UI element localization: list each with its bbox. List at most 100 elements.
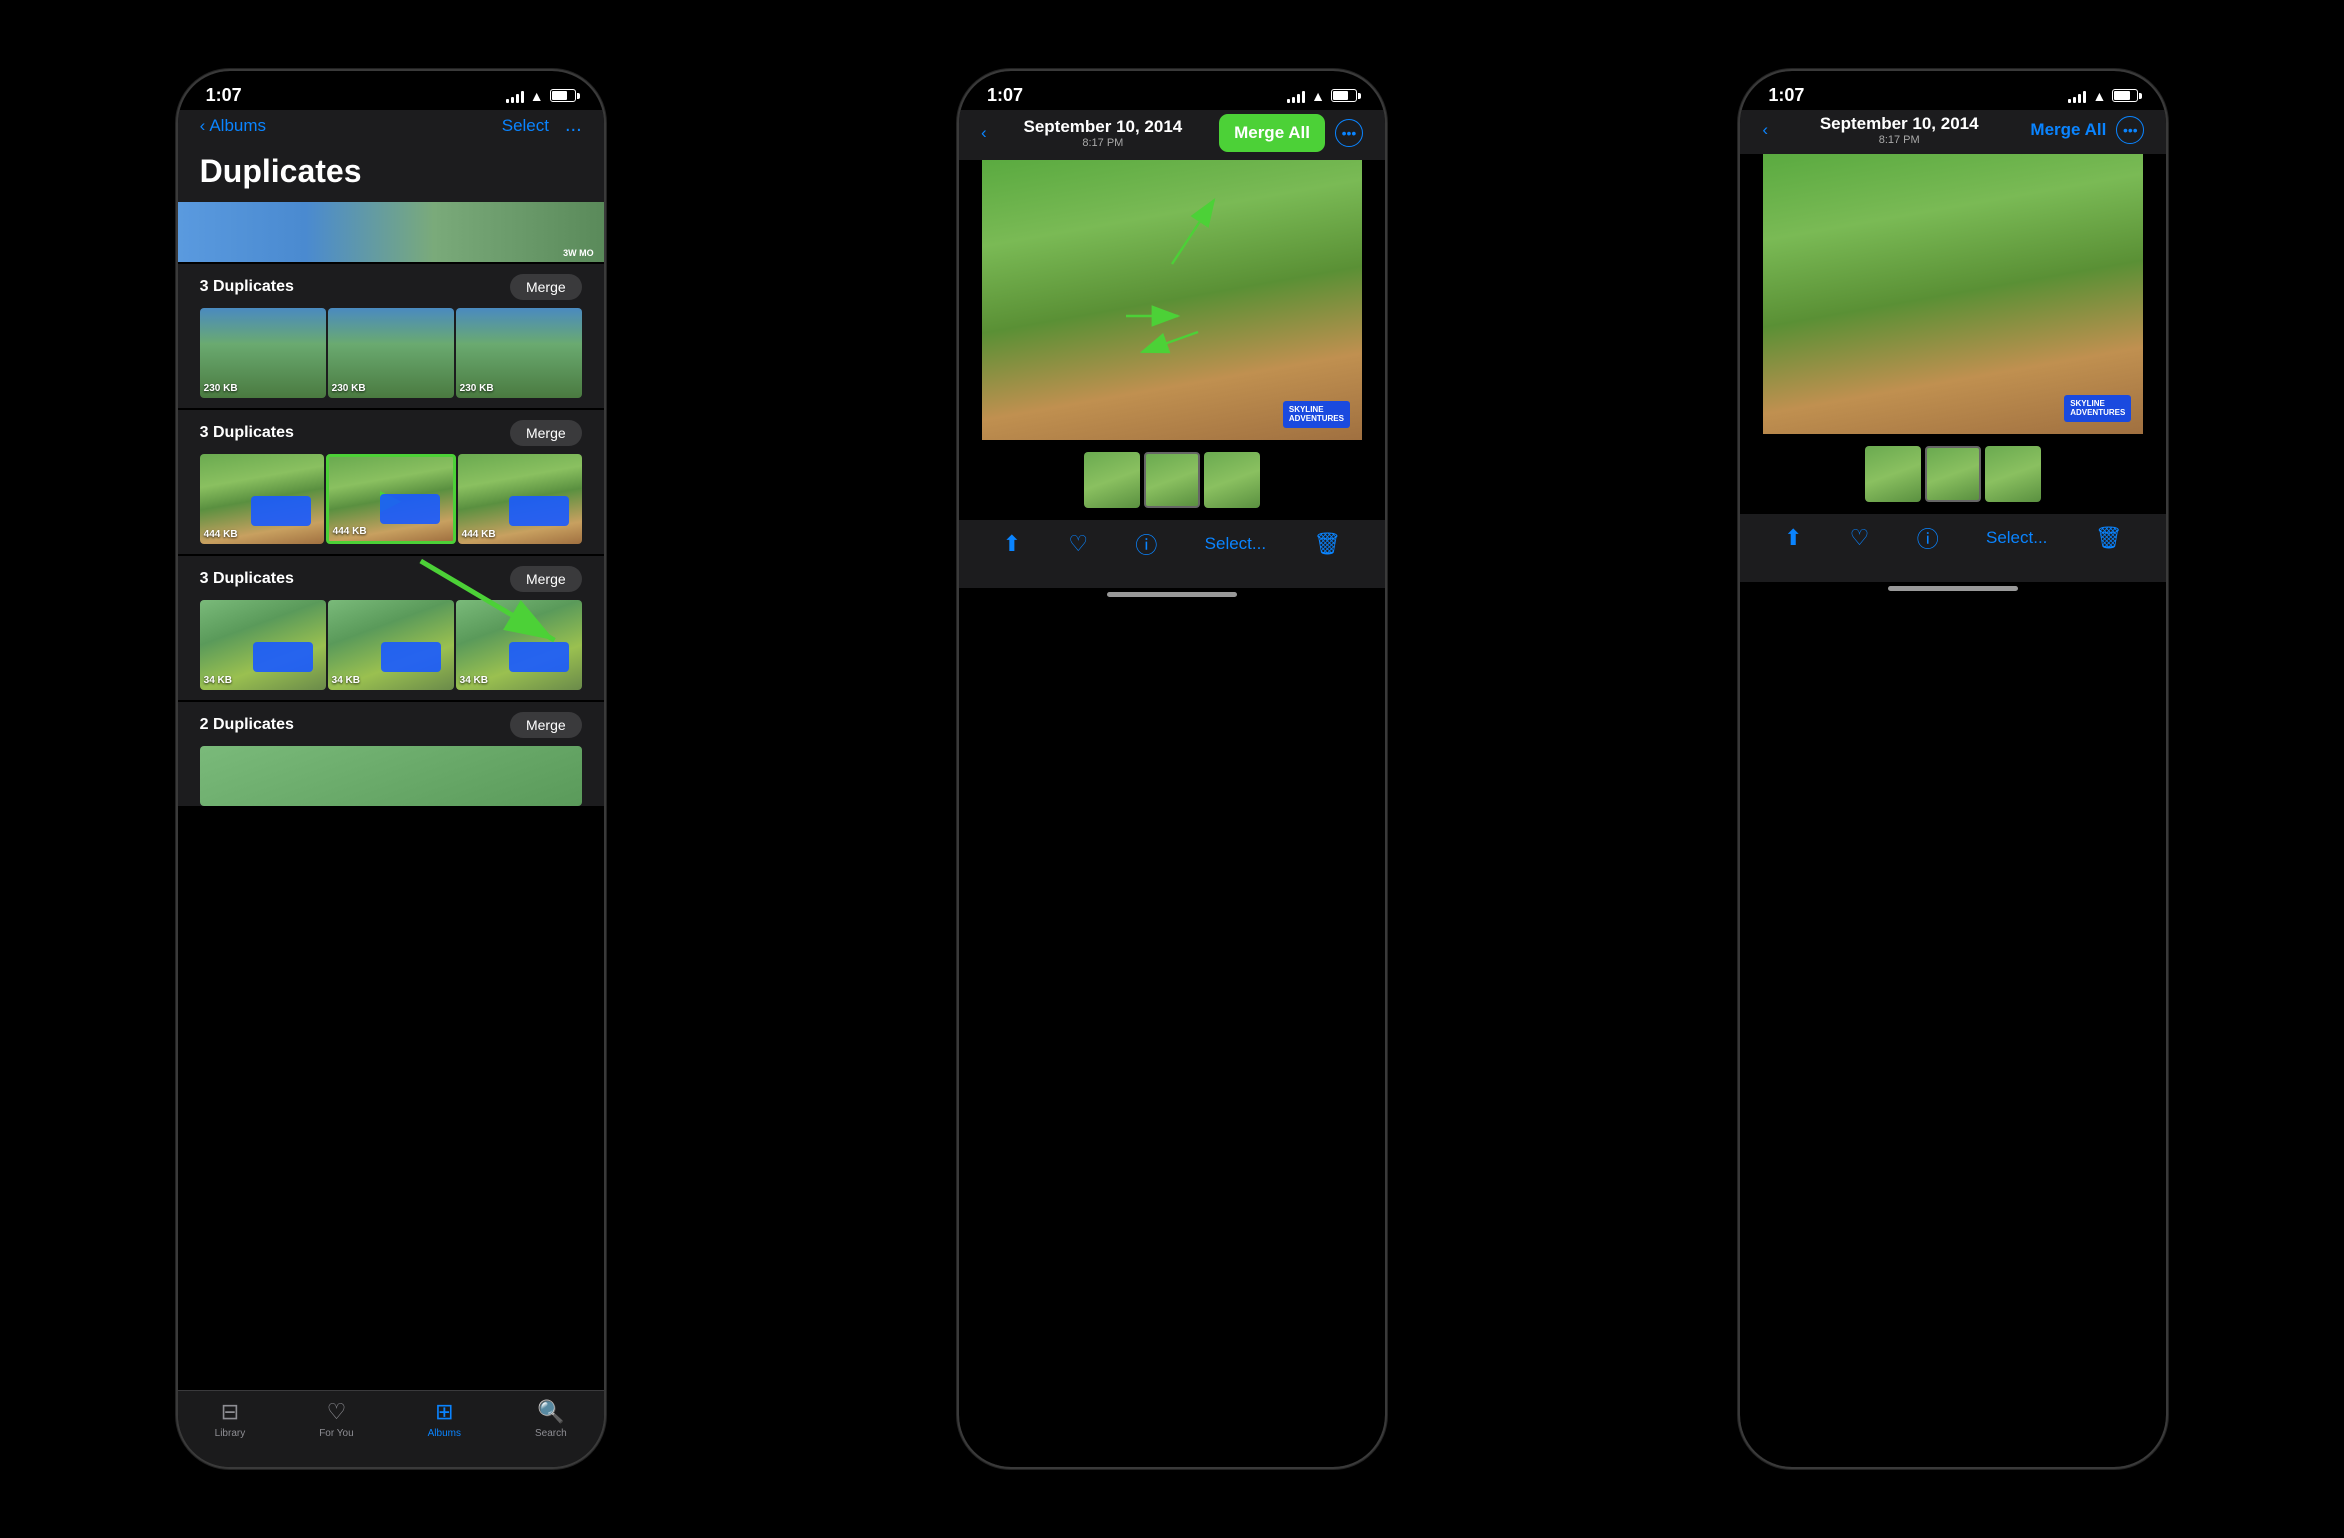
tab-search[interactable]: 🔍 Search xyxy=(535,1399,567,1439)
more-button-3[interactable]: ••• xyxy=(2116,116,2144,144)
merge-btn-1[interactable]: Merge xyxy=(510,274,582,300)
time-3: 1:07 xyxy=(1768,85,1804,106)
trash-button-2[interactable]: 🗑 xyxy=(1313,531,1341,557)
photo-time-2: 8:17 PM xyxy=(1023,137,1182,149)
thumb-size-1-3: 230 KB xyxy=(460,383,494,394)
tab-search-label: Search xyxy=(535,1428,567,1439)
dup-label-2: 3 Duplicates xyxy=(200,424,294,442)
thumb-size-2-3: 444 KB xyxy=(462,529,496,540)
nav-actions-1: Select ... xyxy=(502,114,582,137)
dup-label-3: 3 Duplicates xyxy=(200,570,294,588)
select-button-2[interactable]: Select... xyxy=(1205,534,1266,554)
thumb-size-2-2: 444 KB xyxy=(333,526,367,537)
thumb-3-1[interactable]: 34 KB xyxy=(200,600,326,690)
merge-btn-3[interactable]: Merge xyxy=(510,566,582,592)
photo-nav-center-2: September 10, 2014 8:17 PM xyxy=(1023,117,1182,149)
photo-date-2: September 10, 2014 xyxy=(1023,117,1182,137)
thumb-2-2[interactable]: ▶ 444 KB xyxy=(326,454,456,544)
tab-albums[interactable]: ⊞ Albums xyxy=(428,1399,461,1439)
filmstrip-3 xyxy=(1740,434,2166,514)
photo-time-3: 8:17 PM xyxy=(1820,134,1979,146)
tab-for-you-label: For You xyxy=(319,1428,353,1439)
thumb-3-3[interactable]: 34 KB xyxy=(456,600,582,690)
dup-thumbs-2: 444 KB ▶ 444 KB 444 KB xyxy=(178,454,604,554)
thumb-2-1[interactable]: 444 KB xyxy=(200,454,324,544)
filmstrip-thumb-2-2[interactable] xyxy=(1144,452,1200,508)
share-button-3[interactable]: ⬆ xyxy=(1784,525,1802,551)
tab-library[interactable]: ⊟ Library xyxy=(215,1399,246,1439)
phone-3: 1:07 ▲ ‹ Septe xyxy=(1738,69,2168,1469)
merge-btn-2[interactable]: Merge xyxy=(510,420,582,446)
home-indicator-3 xyxy=(1888,586,2018,591)
thumb-2-3[interactable]: 444 KB xyxy=(458,454,582,544)
phone-1: 1:07 ▲ ‹ Alb xyxy=(176,69,606,1469)
back-button-2[interactable]: ‹ xyxy=(981,123,987,143)
notch xyxy=(326,71,456,105)
battery-icon-3 xyxy=(2112,89,2138,102)
status-icons-1: ▲ xyxy=(506,88,576,104)
thumb-1-2[interactable]: 230 KB xyxy=(328,308,454,398)
dup-group-1: 3 Duplicates Merge 230 KB 230 KB 230 KB xyxy=(178,264,604,408)
tab-for-you[interactable]: ♡ For You xyxy=(319,1399,353,1439)
photo-main-3: SKYLINEADVENTURES xyxy=(1740,154,2166,434)
more-button-2[interactable]: ••• xyxy=(1335,119,1363,147)
heart-button-3[interactable]: ♡ xyxy=(1850,525,1870,551)
library-icon: ⊟ xyxy=(221,1399,239,1425)
main-photo-3[interactable]: SKYLINEADVENTURES xyxy=(1763,154,2143,434)
main-photo-2[interactable]: SKYLINEADVENTURES xyxy=(982,160,1362,440)
merge-all-button-2[interactable]: Merge All xyxy=(1219,114,1325,152)
nav-right-3: Merge All ••• xyxy=(2030,116,2144,144)
tab-albums-label: Albums xyxy=(428,1428,461,1439)
dup-thumbs-1: 230 KB 230 KB 230 KB xyxy=(178,308,604,408)
merge-all-button-3[interactable]: Merge All xyxy=(2030,120,2106,140)
heart-button-2[interactable]: ♡ xyxy=(1068,531,1088,557)
filmstrip-thumb-3-3[interactable] xyxy=(1985,446,2041,502)
back-button-1[interactable]: ‹ Albums xyxy=(200,116,266,136)
info-button-2[interactable]: ⓘ xyxy=(1135,528,1157,560)
nav-bar-2: ‹ September 10, 2014 8:17 PM Merge All •… xyxy=(959,110,1385,160)
status-icons-2: ▲ xyxy=(1287,88,1357,104)
thumb-1-3[interactable]: 230 KB xyxy=(456,308,582,398)
skyline-logo-2: SKYLINEADVENTURES xyxy=(1283,401,1350,428)
photo-main-2: SKYLINEADVENTURES xyxy=(959,160,1385,440)
trash-button-3[interactable]: 🗑 xyxy=(2095,525,2123,551)
wifi-icon: ▲ xyxy=(530,88,544,104)
photo-date-3: September 10, 2014 xyxy=(1820,114,1979,134)
dup-group-3: 3 Duplicates Merge 34 KB 34 KB 34 KB xyxy=(178,556,604,700)
more-button-1[interactable]: ... xyxy=(565,114,582,137)
merge-btn-4[interactable]: Merge xyxy=(510,712,582,738)
battery-icon xyxy=(550,89,576,102)
select-button-3[interactable]: Select... xyxy=(1986,528,2047,548)
share-button-2[interactable]: ⬆ xyxy=(1003,531,1021,557)
thumb-1-1[interactable]: 230 KB xyxy=(200,308,326,398)
signal-icon xyxy=(506,89,524,103)
wifi-icon-3: ▲ xyxy=(2092,88,2106,104)
thumb-3-2[interactable]: 34 KB xyxy=(328,600,454,690)
battery-icon-2 xyxy=(1331,89,1357,102)
dup-label-4: 2 Duplicates xyxy=(200,716,294,734)
notch-2 xyxy=(1107,71,1237,105)
photo-nav-center-3: September 10, 2014 8:17 PM xyxy=(1820,114,1979,146)
dup-header-3: 3 Duplicates Merge xyxy=(178,556,604,600)
partial-thumb xyxy=(200,746,582,806)
nav-bar-1: ‹ Albums Select ... xyxy=(178,110,604,145)
time-2: 1:07 xyxy=(987,85,1023,106)
nav-bar-3: ‹ September 10, 2014 8:17 PM Merge All •… xyxy=(1740,110,2166,154)
select-button-1[interactable]: Select xyxy=(502,116,549,136)
status-icons-3: ▲ xyxy=(2068,88,2138,104)
search-tab-icon: 🔍 xyxy=(537,1399,564,1425)
filmstrip-thumb-3-1[interactable] xyxy=(1865,446,1921,502)
signal-icon-3 xyxy=(2068,89,2086,103)
wifi-icon-2: ▲ xyxy=(1311,88,1325,104)
dup-label-1: 3 Duplicates xyxy=(200,278,294,296)
thumb-size-3-2: 34 KB xyxy=(332,675,360,686)
thumb-size-3-3: 34 KB xyxy=(460,675,488,686)
thumb-size-1-2: 230 KB xyxy=(332,383,366,394)
filmstrip-thumb-2-3[interactable] xyxy=(1204,452,1260,508)
top-strip-label: 3W MO xyxy=(563,248,594,258)
home-indicator-2 xyxy=(1107,592,1237,597)
filmstrip-thumb-3-2[interactable] xyxy=(1925,446,1981,502)
info-button-3[interactable]: ⓘ xyxy=(1917,522,1939,554)
filmstrip-thumb-2-1[interactable] xyxy=(1084,452,1140,508)
back-button-3[interactable]: ‹ xyxy=(1762,120,1768,140)
